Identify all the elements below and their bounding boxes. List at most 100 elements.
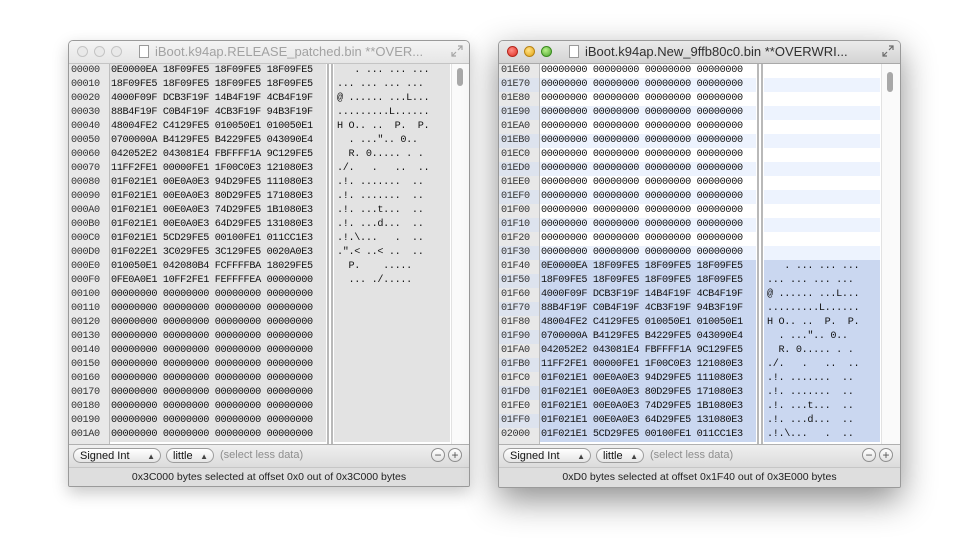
minus-icon[interactable]: − xyxy=(431,448,445,462)
hex-row[interactable]: 00000000 00000000 00000000 00000000 xyxy=(540,176,756,190)
ascii-row[interactable] xyxy=(764,106,880,120)
ascii-row[interactable] xyxy=(764,190,880,204)
ascii-row[interactable] xyxy=(334,428,450,442)
ascii-row[interactable] xyxy=(764,78,880,92)
ascii-row[interactable]: .!. ....... .. xyxy=(334,190,450,204)
hex-row[interactable]: 0E0000EA 18F09FE5 18F09FE5 18F09FE5 xyxy=(110,64,326,78)
hex-row[interactable]: 00000000 00000000 00000000 00000000 xyxy=(110,428,326,442)
ascii-row[interactable] xyxy=(334,302,450,316)
plus-icon[interactable]: + xyxy=(879,448,893,462)
ascii-row[interactable] xyxy=(764,218,880,232)
minimize-button[interactable] xyxy=(524,46,535,57)
hex-row[interactable]: 00000000 00000000 00000000 00000000 xyxy=(540,106,756,120)
scrollbar-thumb[interactable] xyxy=(887,72,893,92)
hex-row[interactable]: 01F021E1 5CD29FE5 00100FE1 011CC1E3 xyxy=(110,232,326,246)
hex-row[interactable]: 88B4F19F C0B4F19F 4CB3F19F 94B3F19F xyxy=(110,106,326,120)
endian-select[interactable]: little ▲ xyxy=(166,448,214,463)
hex-row[interactable]: 00000000 00000000 00000000 00000000 xyxy=(540,162,756,176)
ascii-column[interactable]: . ... ... ...... ... ... ... @ ...... ...… xyxy=(764,64,880,444)
hex-row[interactable]: 00000000 00000000 00000000 00000000 xyxy=(110,288,326,302)
ascii-row[interactable]: ./. . .. .. xyxy=(764,358,880,372)
ascii-row[interactable]: H O.. .. P. P. xyxy=(764,316,880,330)
hex-row[interactable]: 01F021E1 00E0A0E3 94D29FE5 111080E3 xyxy=(540,372,756,386)
hex-row[interactable]: 00000000 00000000 00000000 00000000 xyxy=(540,64,756,78)
title-bar[interactable]: iBoot.k94ap.RELEASE_patched.bin **OVER..… xyxy=(69,41,469,64)
hex-row[interactable]: 11FF2FE1 00000FE1 1F00C0E3 121080E3 xyxy=(110,162,326,176)
hex-row[interactable]: 01F022E1 3C029FE5 3C129FE5 0020A0E3 xyxy=(110,246,326,260)
hex-row[interactable]: 00000000 00000000 00000000 00000000 xyxy=(110,386,326,400)
ascii-row[interactable]: . ... ... ... xyxy=(764,260,880,274)
ascii-row[interactable]: @ ...... ...L... xyxy=(764,288,880,302)
fullscreen-arrows-icon[interactable] xyxy=(882,45,894,57)
hex-row[interactable]: 01F021E1 5CD29FE5 00100FE1 011CC1E3 xyxy=(540,428,756,442)
hex-row[interactable]: 00000000 00000000 00000000 00000000 xyxy=(540,190,756,204)
ascii-row[interactable]: .!.\... . .. xyxy=(764,428,880,442)
ascii-column[interactable]: . ... ... ...... ... ... ... @ ...... ...… xyxy=(334,64,450,444)
hex-view[interactable]: 01E60 01E70 01E80 01E90 01EA0 01EB0 01EC0 01ED0… xyxy=(499,64,900,444)
zoom-button[interactable] xyxy=(541,46,552,57)
ascii-row[interactable] xyxy=(764,64,880,78)
ascii-row[interactable]: . ...".. 0.. xyxy=(764,330,880,344)
ascii-row[interactable]: ... ./..... xyxy=(334,274,450,288)
hex-row[interactable]: 0700000A B4129FE5 B4229FE5 043090E4 xyxy=(540,330,756,344)
ascii-row[interactable] xyxy=(764,176,880,190)
ascii-row[interactable] xyxy=(334,358,450,372)
close-button[interactable] xyxy=(507,46,518,57)
data-type-select[interactable]: Signed Int ▲ xyxy=(503,448,591,463)
hex-row[interactable]: 0700000A B4129FE5 B4229FE5 043090E4 xyxy=(110,134,326,148)
scrollbar-thumb[interactable] xyxy=(457,68,463,86)
minus-icon[interactable]: − xyxy=(862,448,876,462)
hex-row[interactable]: 00000000 00000000 00000000 00000000 xyxy=(540,148,756,162)
ascii-row[interactable] xyxy=(334,344,450,358)
vertical-scrollbar[interactable] xyxy=(451,64,469,444)
ascii-row[interactable]: .!. ....... .. xyxy=(334,176,450,190)
hex-row[interactable]: 01F021E1 00E0A0E3 80D29FE5 171080E3 xyxy=(540,386,756,400)
ascii-row[interactable] xyxy=(334,386,450,400)
close-button[interactable] xyxy=(77,46,88,57)
hex-row[interactable]: 00000000 00000000 00000000 00000000 xyxy=(540,204,756,218)
hex-row[interactable]: 00000000 00000000 00000000 00000000 xyxy=(540,218,756,232)
hex-row[interactable]: 00000000 00000000 00000000 00000000 xyxy=(540,232,756,246)
ascii-row[interactable]: .".< ..< .. .. xyxy=(334,246,450,260)
ascii-row[interactable] xyxy=(764,134,880,148)
hex-row[interactable]: 01F021E1 00E0A0E3 74D29FE5 1B1080E3 xyxy=(540,400,756,414)
hex-row[interactable]: 48004FE2 C4129FE5 010050E1 010050E1 xyxy=(540,316,756,330)
hex-row[interactable]: 0FE0A0E1 10FF2FE1 FEFFFFEA 00000000 xyxy=(110,274,326,288)
ascii-row[interactable]: .!.\... . .. xyxy=(334,232,450,246)
hex-row[interactable]: 00000000 00000000 00000000 00000000 xyxy=(110,372,326,386)
ascii-row[interactable]: ... ... ... ... xyxy=(764,274,880,288)
endian-select[interactable]: little ▲ xyxy=(596,448,644,463)
zoom-button[interactable] xyxy=(111,46,122,57)
ascii-row[interactable] xyxy=(334,316,450,330)
ascii-row[interactable]: .!. ....... .. xyxy=(764,386,880,400)
data-type-select[interactable]: Signed Int ▲ xyxy=(73,448,161,463)
ascii-row[interactable]: .........L...... xyxy=(764,302,880,316)
hex-row[interactable]: 01F021E1 00E0A0E3 74D29FE5 1B1080E3 xyxy=(110,204,326,218)
ascii-row[interactable] xyxy=(764,120,880,134)
hex-row[interactable]: 01F021E1 00E0A0E3 80D29FE5 171080E3 xyxy=(110,190,326,204)
ascii-row[interactable]: P. ..... xyxy=(334,260,450,274)
hex-row[interactable]: 18F09FE5 18F09FE5 18F09FE5 18F09FE5 xyxy=(540,274,756,288)
hex-row[interactable]: 18F09FE5 18F09FE5 18F09FE5 18F09FE5 xyxy=(110,78,326,92)
hex-editor-window-new[interactable]: iBoot.k94ap.New_9ffb80c0.bin **OVERWRI..… xyxy=(498,40,901,488)
hex-row[interactable]: 00000000 00000000 00000000 00000000 xyxy=(110,414,326,428)
ascii-row[interactable] xyxy=(764,148,880,162)
hex-editor-window-original[interactable]: iBoot.k94ap.RELEASE_patched.bin **OVER..… xyxy=(68,40,470,487)
hex-row[interactable]: 4000F09F DCB3F19F 14B4F19F 4CB4F19F xyxy=(110,92,326,106)
ascii-row[interactable]: H O.. .. P. P. xyxy=(334,120,450,134)
hex-row[interactable]: 00000000 00000000 00000000 00000000 xyxy=(110,330,326,344)
hex-bytes-column[interactable]: 0E0000EA 18F09FE5 18F09FE5 18F09FE5 18F09… xyxy=(110,64,326,444)
hex-row[interactable]: 01F021E1 00E0A0E3 94D29FE5 111080E3 xyxy=(110,176,326,190)
hex-row[interactable]: 00000000 00000000 00000000 00000000 xyxy=(540,92,756,106)
vertical-scrollbar[interactable] xyxy=(881,64,900,444)
ascii-row[interactable] xyxy=(764,204,880,218)
ascii-row[interactable]: .!. ....... .. xyxy=(764,372,880,386)
fullscreen-arrows-icon[interactable] xyxy=(451,45,463,57)
ascii-row[interactable]: @ ...... ...L... xyxy=(334,92,450,106)
ascii-row[interactable] xyxy=(334,330,450,344)
hex-row[interactable]: 00000000 00000000 00000000 00000000 xyxy=(110,344,326,358)
plus-icon[interactable]: + xyxy=(448,448,462,462)
hex-row[interactable]: 00000000 00000000 00000000 00000000 xyxy=(110,316,326,330)
hex-row[interactable]: 010050E1 042080B4 FCFFFFBA 18029FE5 xyxy=(110,260,326,274)
hex-row[interactable]: 042052E2 043081E4 FBFFFF1A 9C129FE5 xyxy=(540,344,756,358)
